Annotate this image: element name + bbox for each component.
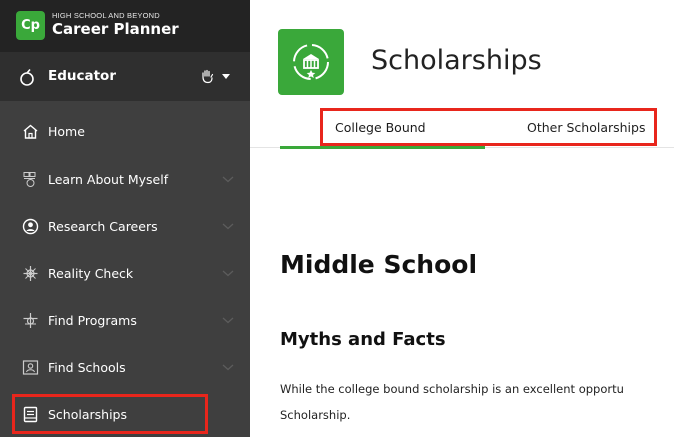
budget-icon — [23, 266, 38, 281]
chevron-down-icon — [222, 317, 234, 324]
brand-header[interactable]: Cp HIGH SCHOOL AND BEYOND Career Planner — [0, 0, 250, 52]
sidebar-item-scholarships[interactable]: Scholarships — [0, 392, 250, 437]
chevron-down-icon[interactable] — [222, 74, 230, 79]
brand-subtitle: HIGH SCHOOL AND BEYOND — [52, 11, 160, 20]
chevron-down-icon — [222, 223, 234, 230]
assessment-icon — [23, 172, 36, 187]
paragraph-line: Scholarship. — [280, 408, 351, 422]
chevron-down-icon — [222, 270, 234, 277]
role-switcher[interactable]: Educator — [0, 52, 250, 101]
section-heading: Middle School — [280, 250, 478, 279]
brand-logo: Cp — [16, 11, 45, 40]
sidebar-item-label: Research Careers — [48, 219, 158, 234]
section-subheading: Myths and Facts — [280, 329, 446, 350]
chevron-down-icon — [222, 176, 234, 183]
sidebar-item-label: Find Programs — [48, 313, 137, 328]
sidebar-item-label: Home — [48, 124, 85, 139]
sidebar-item-label: Find Schools — [48, 360, 126, 375]
programs-icon — [23, 313, 38, 328]
school-icon — [22, 360, 39, 375]
sidebar-item-learn-about-myself[interactable]: Learn About Myself — [0, 157, 250, 203]
role-label: Educator — [48, 68, 116, 84]
scholarship-icon — [23, 406, 38, 423]
sidebar-item-research-careers[interactable]: Research Careers — [0, 204, 250, 250]
scholarship-badge-icon — [278, 29, 344, 95]
sidebar: Cp HIGH SCHOOL AND BEYOND Career Planner… — [0, 0, 250, 437]
home-icon — [23, 124, 38, 139]
page-title: Scholarships — [371, 45, 542, 76]
brand-title: Career Planner — [52, 20, 179, 38]
sidebar-item-find-schools[interactable]: Find Schools — [0, 345, 250, 391]
sidebar-item-label: Learn About Myself — [48, 172, 169, 187]
hand-icon[interactable] — [200, 68, 216, 84]
person-circle-icon — [22, 218, 39, 235]
tab-other-scholarships[interactable]: Other Scholarships — [527, 120, 645, 135]
tab-college-bound[interactable]: College Bound — [335, 120, 426, 135]
active-tab-indicator — [280, 146, 485, 149]
sidebar-item-label: Reality Check — [48, 266, 134, 281]
sidebar-item-home[interactable]: Home — [0, 109, 250, 155]
chevron-down-icon — [222, 364, 234, 371]
sidebar-item-label: Scholarships — [48, 407, 128, 422]
educator-icon — [20, 68, 34, 86]
sidebar-item-reality-check[interactable]: Reality Check — [0, 251, 250, 297]
body-paragraph: While the college bound scholarship is a… — [280, 376, 674, 428]
sidebar-item-find-programs[interactable]: Find Programs — [0, 298, 250, 344]
paragraph-line: While the college bound scholarship is a… — [280, 382, 624, 396]
